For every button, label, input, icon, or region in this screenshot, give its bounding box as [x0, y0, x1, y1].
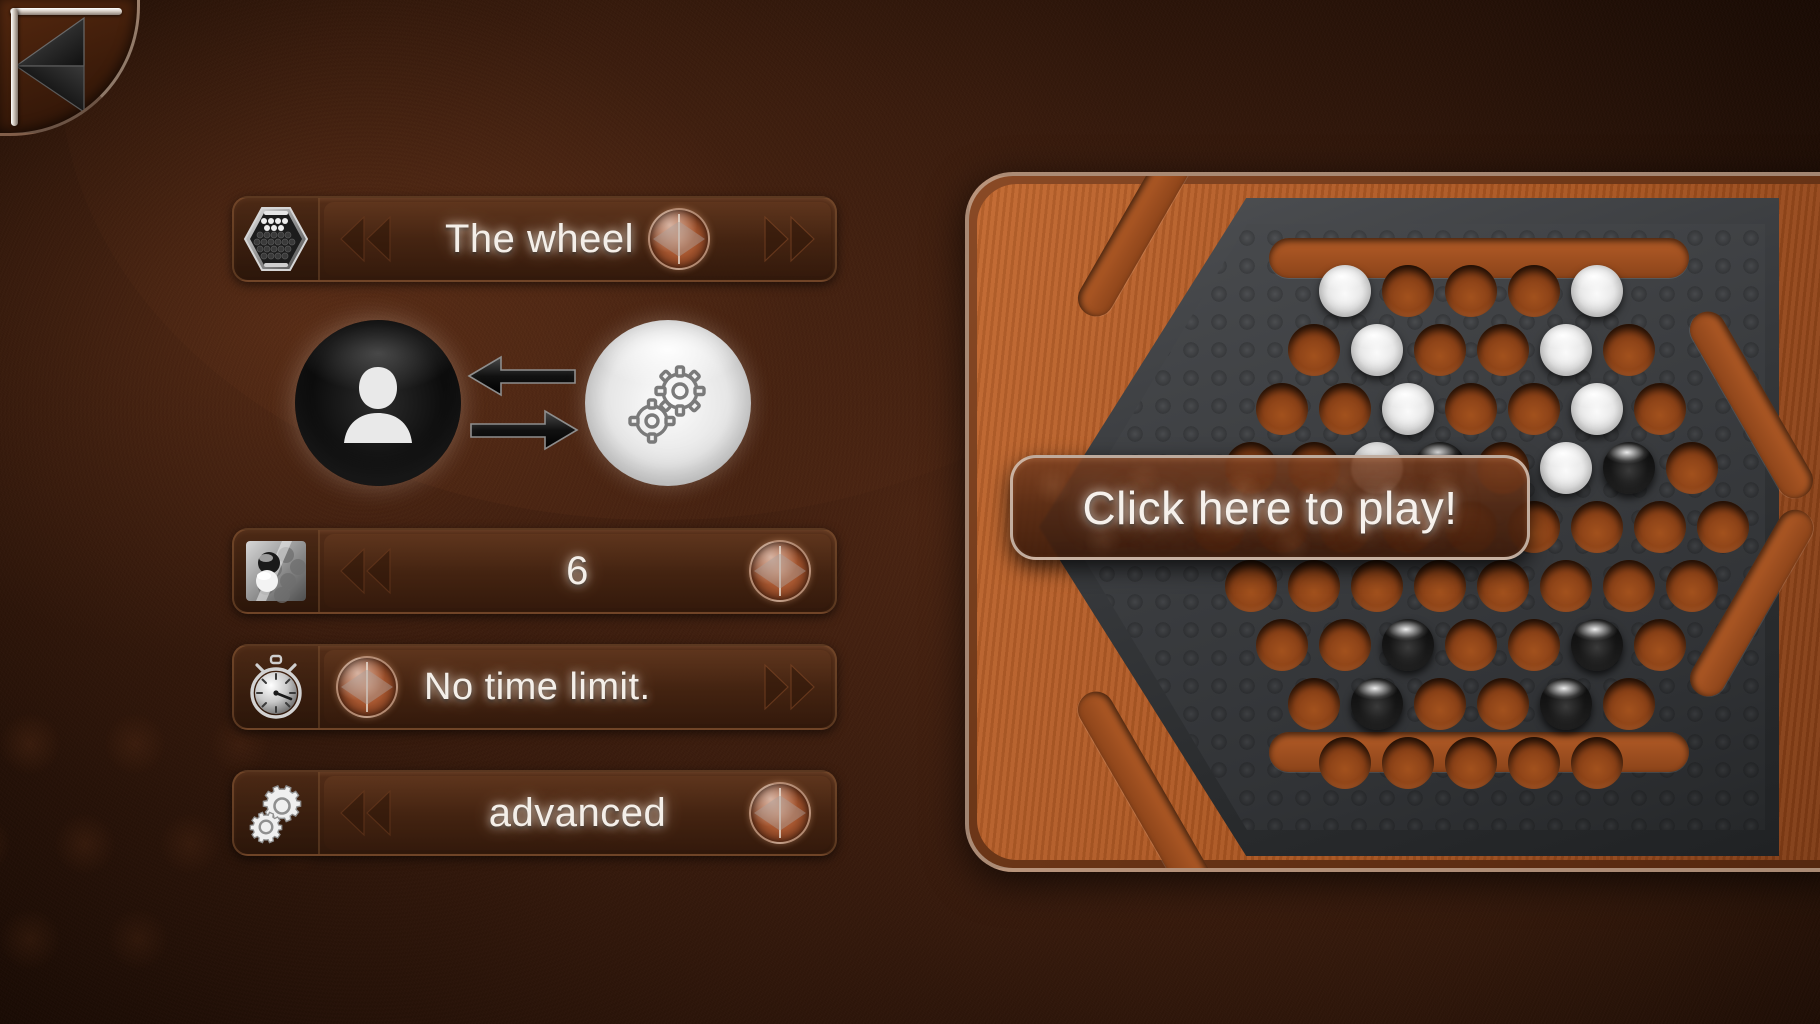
board-hole[interactable] [1319, 619, 1371, 671]
arrow-right-icon[interactable] [467, 407, 579, 453]
setting-row-board[interactable]: The wheel [232, 196, 837, 282]
time-limit-selector-lens[interactable] [336, 656, 398, 718]
board-hole[interactable] [1382, 265, 1434, 317]
board-hole[interactable] [1634, 501, 1686, 553]
board-name-label: The wheel [444, 216, 635, 261]
gears-icon [585, 320, 751, 486]
board-hole[interactable] [1319, 737, 1371, 789]
back-button[interactable] [0, 0, 140, 136]
arrow-left-icon[interactable] [467, 353, 579, 399]
board-hole[interactable] [1445, 737, 1497, 789]
board-hole[interactable] [1476, 560, 1529, 612]
board-hole[interactable] [1665, 560, 1718, 612]
board-hole[interactable] [1634, 619, 1686, 671]
board-hole[interactable] [1665, 442, 1718, 494]
next-board-icon[interactable] [759, 213, 817, 265]
board-hole[interactable] [1508, 737, 1560, 789]
setting-value-time-limit[interactable]: No time limit. [324, 650, 831, 724]
board-hole[interactable] [1382, 737, 1434, 789]
board-hole[interactable] [1445, 265, 1497, 317]
person-silhouette-icon [295, 320, 461, 486]
board-hole[interactable] [1256, 383, 1308, 435]
board-hole[interactable] [1602, 678, 1655, 730]
click-here-to-play-button[interactable]: Click here to play! [1010, 455, 1530, 560]
board-marble-black[interactable] [1571, 619, 1623, 671]
setting-value-board[interactable]: The wheel [324, 202, 831, 276]
board-hole[interactable] [1224, 560, 1277, 612]
board-hole[interactable] [1508, 619, 1560, 671]
board-hole[interactable] [1476, 324, 1529, 376]
board-marble-black[interactable] [1602, 442, 1655, 494]
prev-board-icon[interactable] [338, 213, 396, 265]
setting-value-marbles[interactable]: 6 [324, 534, 831, 608]
board-marble-white[interactable] [1539, 324, 1592, 376]
board-hole[interactable] [1508, 265, 1560, 317]
board-hole[interactable] [1413, 560, 1466, 612]
marbles-selector-lens[interactable] [749, 540, 811, 602]
board-selector-lens[interactable] [648, 208, 711, 270]
board-hole[interactable] [1256, 619, 1308, 671]
board-hole[interactable] [1508, 383, 1560, 435]
board-marble-black[interactable] [1539, 678, 1592, 730]
board-hole[interactable] [1602, 560, 1655, 612]
setting-row-time-limit[interactable]: No time limit. [232, 644, 837, 730]
setting-value-difficulty[interactable]: advanced [324, 776, 831, 850]
marbles-count-label: 6 [566, 548, 589, 593]
back-triangle-icon [14, 16, 85, 114]
play-button-label: Click here to play! [1082, 481, 1458, 534]
board-hole[interactable] [1445, 619, 1497, 671]
board-marble-white[interactable] [1319, 265, 1371, 317]
stopwatch-icon [234, 646, 320, 728]
board-marble-white[interactable] [1571, 265, 1623, 317]
gears-icon [234, 772, 320, 854]
board-marble-black[interactable] [1350, 678, 1403, 730]
next-time-limit-icon[interactable] [759, 661, 817, 713]
game-setup-screen: The wheel 6 No time limit. advanced Clic… [0, 0, 1820, 1024]
board-marble-white[interactable] [1382, 383, 1434, 435]
board-hole[interactable] [1413, 324, 1466, 376]
difficulty-label: advanced [488, 790, 667, 835]
board-hole[interactable] [1634, 383, 1686, 435]
marbles-count-icon [234, 530, 320, 612]
player-assignment [295, 318, 785, 488]
time-limit-label: No time limit. [424, 665, 651, 708]
hex-board-icon [234, 198, 320, 280]
prev-marbles-icon[interactable] [338, 545, 396, 597]
player-white-orb[interactable] [585, 320, 751, 486]
board-hole[interactable] [1319, 383, 1371, 435]
prev-difficulty-icon[interactable] [338, 787, 396, 839]
setting-row-marbles[interactable]: 6 [232, 528, 837, 614]
board-hole[interactable] [1571, 737, 1623, 789]
board-hole[interactable] [1697, 501, 1749, 553]
board-hole[interactable] [1476, 678, 1529, 730]
swap-players-button[interactable] [467, 348, 579, 458]
board-marble-white[interactable] [1571, 383, 1623, 435]
board-hole[interactable] [1445, 383, 1497, 435]
board-hole[interactable] [1571, 501, 1623, 553]
board-hole[interactable] [1602, 324, 1655, 376]
board-marble-white[interactable] [1539, 442, 1592, 494]
board-hole[interactable] [1350, 560, 1403, 612]
board-hole[interactable] [1287, 560, 1340, 612]
board-hole[interactable] [1287, 678, 1340, 730]
board-hole[interactable] [1539, 560, 1592, 612]
board-marble-black[interactable] [1382, 619, 1434, 671]
player-black-orb[interactable] [295, 320, 461, 486]
board-hole[interactable] [1413, 678, 1466, 730]
board-marble-white[interactable] [1350, 324, 1403, 376]
difficulty-selector-lens[interactable] [749, 782, 811, 844]
board-hole[interactable] [1287, 324, 1340, 376]
setting-row-difficulty[interactable]: advanced [232, 770, 837, 856]
